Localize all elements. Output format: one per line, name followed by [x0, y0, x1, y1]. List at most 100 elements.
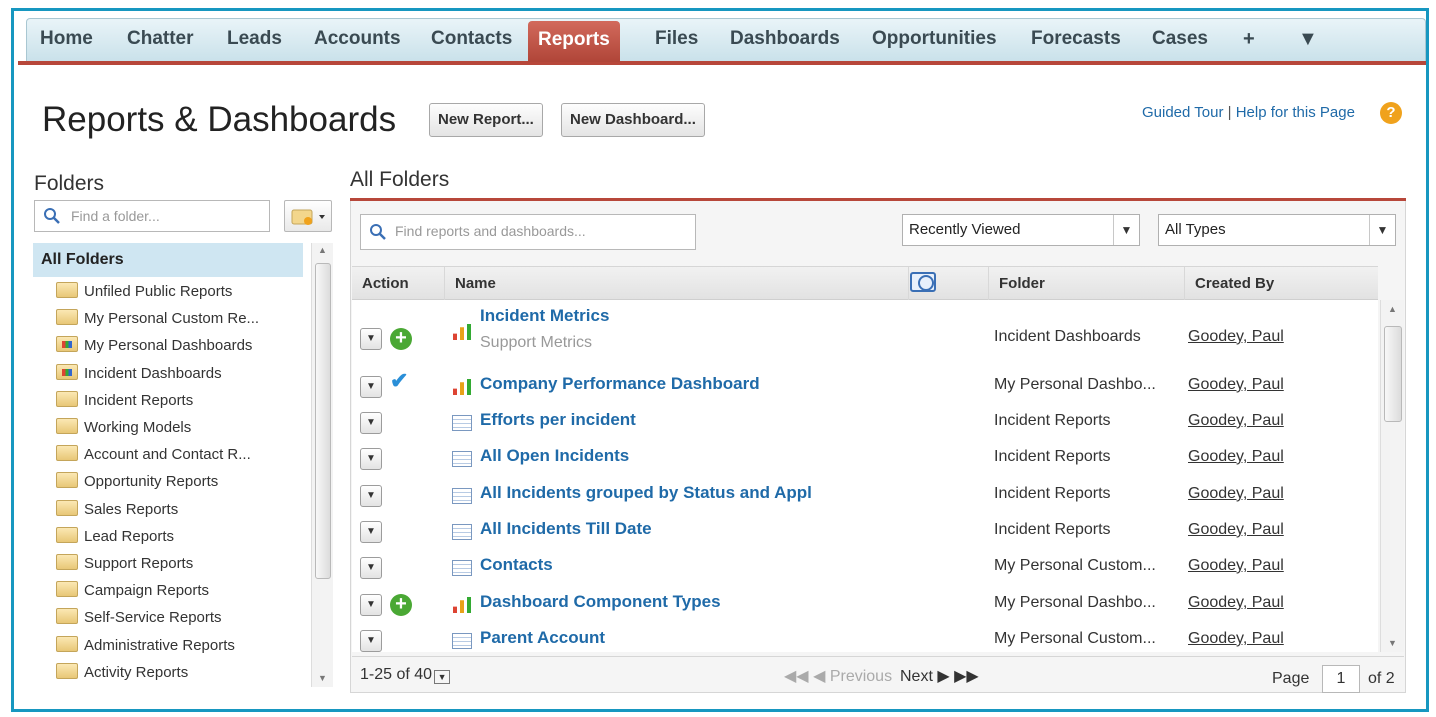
folder-item[interactable]: Incident Reports	[56, 388, 193, 414]
table-scrollbar[interactable]: ▲ ▼	[1380, 300, 1404, 652]
type-filter-value: All Types	[1165, 221, 1226, 238]
tab-accounts[interactable]: Accounts	[314, 18, 401, 62]
folder-icon	[56, 554, 78, 570]
folder-label: Incident Reports	[84, 391, 194, 409]
row-action-menu[interactable]: ▼	[360, 521, 382, 543]
column-name[interactable]: Name	[444, 267, 908, 301]
record-count[interactable]: 1-25 of 40 ▼	[360, 666, 451, 684]
all-folders-item[interactable]: All Folders	[33, 243, 303, 277]
report-name-link[interactable]: Dashboard Component Types	[480, 592, 721, 612]
new-dashboard-button[interactable]: New Dashboard...	[561, 103, 705, 137]
table-scroll-thumb[interactable]	[1384, 326, 1402, 422]
tab-contacts[interactable]: Contacts	[431, 18, 512, 62]
folder-cell: My Personal Custom...	[994, 630, 1156, 647]
folder-label: Activity Reports	[84, 663, 189, 681]
add-to-dashboard-icon[interactable]: +	[390, 328, 412, 350]
new-report-button[interactable]: New Report...	[429, 103, 543, 137]
scroll-down-icon[interactable]: ▼	[318, 673, 327, 683]
tab-leads[interactable]: Leads	[227, 18, 282, 62]
folder-item[interactable]: Administrative Reports	[56, 633, 235, 659]
folder-search-placeholder: Find a folder...	[71, 208, 160, 224]
tab-cases[interactable]: Cases	[1152, 18, 1208, 62]
report-icon	[452, 451, 472, 467]
created-by-link[interactable]: Goodey, Paul	[1188, 630, 1284, 648]
scroll-down-icon[interactable]: ▼	[1388, 638, 1397, 648]
folder-search-input[interactable]: Find a folder...	[34, 200, 270, 232]
page-title: Reports & Dashboards	[42, 100, 397, 139]
more-tabs-icon[interactable]: ▼	[1298, 18, 1318, 62]
created-by-link[interactable]: Goodey, Paul	[1188, 328, 1284, 346]
dashboard-folder-icon	[56, 363, 78, 380]
report-name-link[interactable]: Parent Account	[480, 628, 605, 648]
help-link[interactable]: Help for this Page	[1236, 104, 1355, 121]
folder-item[interactable]: Campaign Reports	[56, 578, 209, 604]
column-created-by[interactable]: Created By	[1184, 267, 1378, 301]
folder-item[interactable]: Incident Dashboards	[56, 361, 222, 387]
folder-item[interactable]: Sales Reports	[56, 497, 178, 523]
row-action-menu[interactable]: ▼	[360, 328, 382, 350]
checkmark-icon[interactable]: ✔	[390, 370, 412, 392]
tab-forecasts[interactable]: Forecasts	[1031, 18, 1121, 62]
guided-tour-link[interactable]: Guided Tour	[1142, 104, 1223, 121]
tab-opportunities[interactable]: Opportunities	[872, 18, 997, 62]
scroll-up-icon[interactable]: ▲	[318, 245, 327, 255]
add-tab-icon[interactable]: +	[1243, 18, 1255, 62]
row-action-menu[interactable]: ▼	[360, 557, 382, 579]
report-icon	[452, 415, 472, 431]
tab-chatter[interactable]: Chatter	[127, 18, 194, 62]
folder-label: Self-Service Reports	[84, 609, 222, 627]
help-icon[interactable]: ?	[1380, 102, 1402, 124]
created-by-link[interactable]: Goodey, Paul	[1188, 412, 1284, 430]
reports-search-input[interactable]: Find reports and dashboards...	[360, 214, 696, 250]
next-page-button[interactable]: Next ▶ ▶▶	[900, 666, 979, 686]
tab-files[interactable]: Files	[655, 18, 698, 62]
row-action-menu[interactable]: ▼	[360, 594, 382, 616]
last-viewed-icon	[910, 272, 936, 292]
folder-item[interactable]: Account and Contact R...	[56, 442, 251, 468]
report-name-link[interactable]: All Open Incidents	[480, 446, 629, 466]
view-filter-select[interactable]: Recently Viewed ▼	[902, 214, 1140, 246]
created-by-link[interactable]: Goodey, Paul	[1188, 594, 1284, 612]
scroll-up-icon[interactable]: ▲	[1388, 304, 1397, 314]
tab-home[interactable]: Home	[40, 18, 93, 62]
folder-item[interactable]: Activity Reports	[56, 660, 188, 686]
page-number-input[interactable]: 1	[1322, 665, 1360, 693]
row-action-menu[interactable]: ▼	[360, 376, 382, 398]
column-folder[interactable]: Folder	[988, 267, 1184, 301]
folder-item[interactable]: Unfiled Public Reports	[56, 279, 232, 305]
new-folder-button[interactable]	[284, 200, 332, 232]
report-name-link[interactable]: All Incidents grouped by Status and Appl	[480, 483, 812, 503]
row-action-menu[interactable]: ▼	[360, 412, 382, 434]
created-by-link[interactable]: Goodey, Paul	[1188, 557, 1284, 575]
folder-item[interactable]: My Personal Custom Re...	[56, 306, 259, 332]
folder-item[interactable]: Working Models	[56, 415, 191, 441]
folder-icon	[56, 390, 78, 407]
add-to-dashboard-icon[interactable]: +	[390, 594, 412, 616]
sidebar-scroll-thumb[interactable]	[315, 263, 331, 579]
type-filter-select[interactable]: All Types ▼	[1158, 214, 1396, 246]
report-name-link[interactable]: Contacts	[480, 555, 553, 575]
column-action[interactable]: Action	[352, 267, 444, 301]
folder-item[interactable]: Support Reports	[56, 551, 193, 577]
chevron-down-icon[interactable]: ▼	[434, 670, 451, 684]
row-action-menu[interactable]: ▼	[360, 485, 382, 507]
created-by-link[interactable]: Goodey, Paul	[1188, 521, 1284, 539]
report-name-link[interactable]: Incident Metrics	[480, 306, 609, 326]
tab-dashboards[interactable]: Dashboards	[730, 18, 840, 62]
report-name-link[interactable]: All Incidents Till Date	[480, 519, 652, 539]
created-by-link[interactable]: Goodey, Paul	[1188, 448, 1284, 466]
tab-reports[interactable]: Reports	[528, 21, 620, 62]
folder-item[interactable]: My Personal Dashboards	[56, 333, 252, 359]
folder-item[interactable]: Opportunity Reports	[56, 469, 218, 495]
created-by-link[interactable]: Goodey, Paul	[1188, 376, 1284, 394]
row-action-menu[interactable]: ▼	[360, 630, 382, 652]
folder-item[interactable]: Lead Reports	[56, 524, 174, 550]
folder-item[interactable]: Self-Service Reports	[56, 605, 222, 631]
sidebar-scrollbar[interactable]: ▲ ▼	[311, 243, 333, 687]
report-name-link[interactable]: Company Performance Dashboard	[480, 374, 760, 394]
report-subtitle: Support Metrics	[480, 334, 593, 351]
created-by-link[interactable]: Goodey, Paul	[1188, 485, 1284, 503]
report-name-link[interactable]: Efforts per incident	[480, 410, 636, 430]
row-action-menu[interactable]: ▼	[360, 448, 382, 470]
previous-page-button[interactable]: ◀◀ ◀ Previous	[784, 666, 892, 686]
